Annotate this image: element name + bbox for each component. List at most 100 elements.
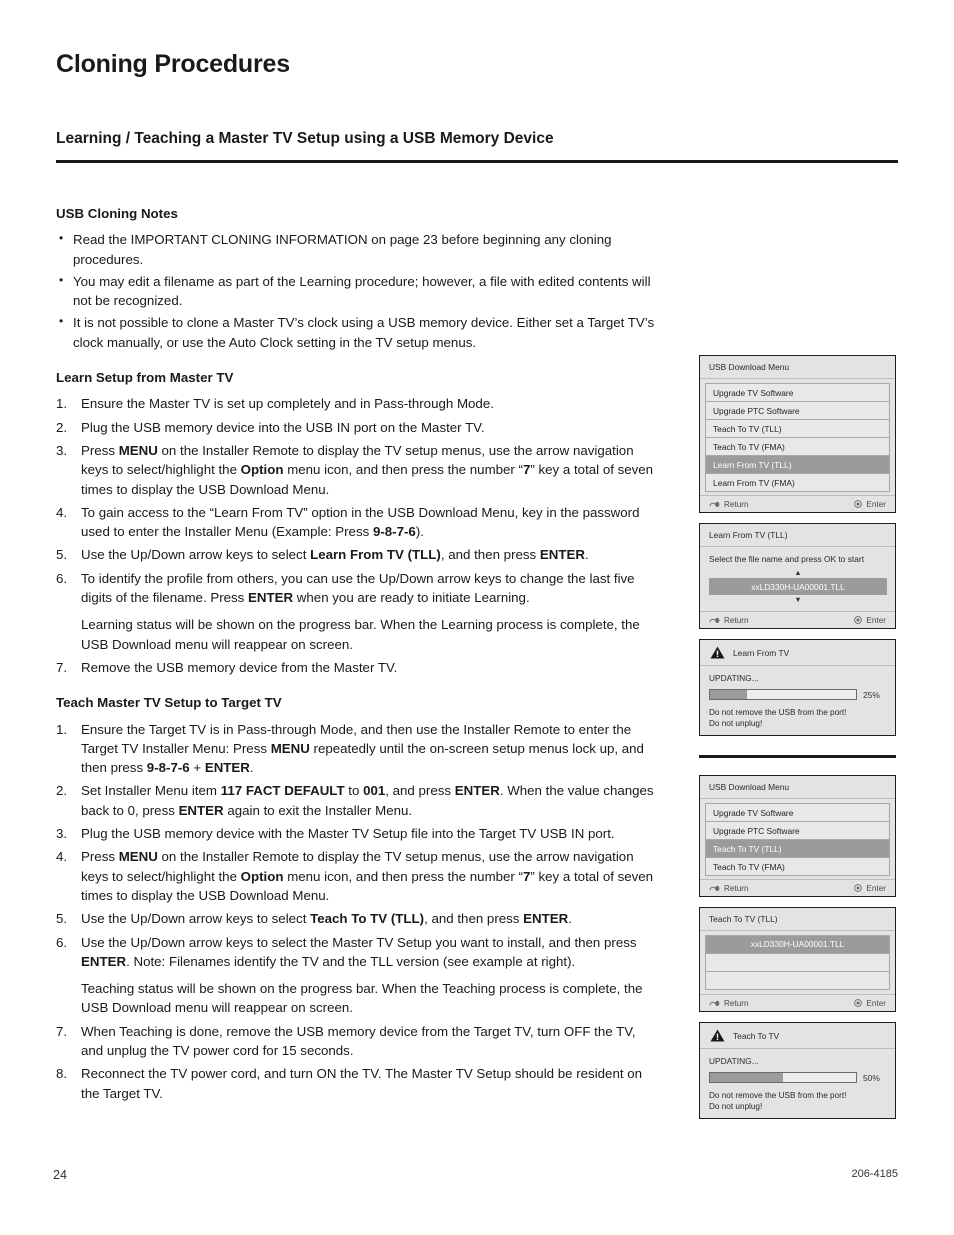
menu-item-upgrade-tv-software[interactable]: Upgrade TV Software xyxy=(705,803,890,821)
step-text: Ensure the Target TV is in Pass-through … xyxy=(81,721,644,776)
panel-title: Teach To TV (TLL) xyxy=(700,908,895,931)
step-text: Remove the USB memory device from the Ma… xyxy=(81,659,398,675)
progress-row: 50% xyxy=(709,1072,887,1083)
list-item: Plug the USB memory device with the Mast… xyxy=(56,824,656,844)
panel-title: Learn From TV (TLL) xyxy=(700,524,895,547)
list-item: When Teaching is done, remove the USB me… xyxy=(56,1022,656,1061)
panel-title-text: Learn From TV xyxy=(733,647,790,658)
warning-line-1: Do not remove the USB from the port! xyxy=(709,1091,847,1100)
usb-cloning-notes-heading: USB Cloning Notes xyxy=(56,206,178,221)
step-text: To gain access to the “Learn From TV” op… xyxy=(81,504,640,540)
file-row-empty[interactable] xyxy=(705,971,890,990)
enter-icon xyxy=(854,884,863,892)
return-button[interactable]: Return xyxy=(709,500,749,509)
learn-from-tv-progress-panel: Learn From TV UPDATING... 25% Do not rem… xyxy=(699,639,896,736)
section-divider-rule xyxy=(56,160,898,163)
warning-line-2: Do not unplug! xyxy=(709,719,763,728)
step-text: Use the Up/Down arrow keys to select the… xyxy=(81,934,637,969)
list-item: Set Installer Menu item 117 FACT DEFAULT… xyxy=(56,781,656,820)
list-item: Use the Up/Down arrow keys to select the… xyxy=(56,933,656,1018)
section-heading: Learning / Teaching a Master TV Setup us… xyxy=(56,130,554,147)
panel-title: USB Download Menu xyxy=(700,776,895,799)
warning-triangle-icon xyxy=(710,646,725,659)
menu-item-teach-to-tv-tll[interactable]: Teach To TV (TLL) xyxy=(705,419,890,437)
enter-button[interactable]: Enter xyxy=(854,999,886,1008)
list-item: Press MENU on the Installer Remote to di… xyxy=(56,847,656,905)
learn-from-tv-tll-panel: Learn From TV (TLL) Select the file name… xyxy=(699,523,896,629)
document-code: 206-4185 xyxy=(851,1168,899,1180)
return-button[interactable]: Return xyxy=(709,616,749,625)
menu-list: Upgrade TV Software Upgrade PTC Software… xyxy=(700,799,895,879)
list-item: Use the Up/Down arrow keys to select Tea… xyxy=(56,909,656,929)
usb-download-menu-panel-learn: USB Download Menu Upgrade TV Software Up… xyxy=(699,355,896,513)
step-text: Plug the USB memory device into the USB … xyxy=(81,419,485,435)
panel-title: Teach To TV xyxy=(700,1023,895,1049)
update-status-text: UPDATING... xyxy=(709,673,759,683)
learn-setup-steps: Ensure the Master TV is set up completel… xyxy=(56,394,656,677)
step-text: When Teaching is done, remove the USB me… xyxy=(81,1023,636,1058)
return-label: Return xyxy=(724,998,749,1008)
selected-filename-row[interactable]: xxLD330H-UA00001.TLL xyxy=(709,578,887,595)
panel-footer: Return Enter xyxy=(700,879,895,896)
menu-item-teach-to-tv-tll[interactable]: Teach To TV (TLL) xyxy=(705,839,890,857)
panel-group-divider xyxy=(699,755,896,758)
menu-item-upgrade-ptc-software[interactable]: Upgrade PTC Software xyxy=(705,821,890,839)
return-button[interactable]: Return xyxy=(709,999,749,1008)
warning-triangle-icon xyxy=(710,1029,725,1042)
panel-title: USB Download Menu xyxy=(700,356,895,379)
return-label: Return xyxy=(724,499,749,509)
list-item: Remove the USB memory device from the Ma… xyxy=(56,658,656,678)
step-text: To identify the profile from others, you… xyxy=(81,570,635,606)
list-item: Plug the USB memory device into the USB … xyxy=(56,418,656,438)
list-item: Read the IMPORTANT CLONING INFORMATION o… xyxy=(56,229,656,269)
document-page: Cloning Procedures Learning / Teaching a… xyxy=(0,0,954,1235)
scroll-down-arrow-icon[interactable]: ▼ xyxy=(709,596,887,604)
step-text: Press MENU on the Installer Remote to di… xyxy=(81,849,654,903)
warning-text: Do not remove the USB from the port! Do … xyxy=(709,707,887,729)
usb-cloning-notes-list: Read the IMPORTANT CLONING INFORMATION o… xyxy=(56,229,656,352)
panel-footer: Return Enter xyxy=(700,611,895,628)
update-status-text: UPDATING... xyxy=(709,1056,759,1066)
enter-icon xyxy=(854,500,863,508)
body-text-column: USB Cloning Notes Read the IMPORTANT CLO… xyxy=(56,204,656,1107)
enter-icon xyxy=(854,999,863,1007)
return-button[interactable]: Return xyxy=(709,884,749,893)
menu-item-learn-from-tv-tll[interactable]: Learn From TV (TLL) xyxy=(705,455,890,473)
step-text: Reconnect the TV power cord, and turn ON… xyxy=(81,1066,643,1101)
file-row-empty[interactable] xyxy=(705,953,890,971)
list-item: Ensure the Master TV is set up completel… xyxy=(56,394,656,414)
list-item: Ensure the Target TV is in Pass-through … xyxy=(56,720,656,778)
enter-button[interactable]: Enter xyxy=(854,500,886,509)
panel-title-text: Teach To TV xyxy=(733,1030,780,1041)
progress-bar xyxy=(709,689,857,700)
progress-row: 25% xyxy=(709,689,887,700)
step-continuation-text: Teaching status will be shown on the pro… xyxy=(81,981,643,1016)
warning-line-2: Do not unplug! xyxy=(709,1102,763,1111)
list-item: It is not possible to clone a Master TV’… xyxy=(56,312,656,352)
enter-button[interactable]: Enter xyxy=(854,884,886,893)
menu-item-learn-from-tv-fma[interactable]: Learn From TV (FMA) xyxy=(705,473,890,492)
panel-title-text: Teach To TV (TLL) xyxy=(709,914,778,924)
progress-percent-label: 50% xyxy=(863,1072,880,1083)
enter-icon xyxy=(854,616,863,624)
menu-item-teach-to-tv-fma[interactable]: Teach To TV (FMA) xyxy=(705,437,890,455)
tv-ui-panel-column: USB Download Menu Upgrade TV Software Up… xyxy=(699,355,896,1129)
progress-bar-fill xyxy=(710,690,747,699)
menu-item-teach-to-tv-fma[interactable]: Teach To TV (FMA) xyxy=(705,857,890,876)
return-icon xyxy=(709,616,720,624)
enter-button[interactable]: Enter xyxy=(854,616,886,625)
scroll-up-arrow-icon[interactable]: ▲ xyxy=(709,569,887,577)
file-select-prompt: Select the file name and press OK to sta… xyxy=(709,554,865,564)
menu-item-upgrade-tv-software[interactable]: Upgrade TV Software xyxy=(705,383,890,401)
step-text: Ensure the Master TV is set up completel… xyxy=(81,396,494,412)
return-label: Return xyxy=(724,615,749,625)
progress-percent-label: 25% xyxy=(863,689,880,700)
step-text: Press MENU on the Installer Remote to di… xyxy=(81,442,654,497)
teach-to-tv-progress-panel: Teach To TV UPDATING... 50% Do not remov… xyxy=(699,1022,896,1119)
page-title: Cloning Procedures xyxy=(56,50,290,78)
file-row-selected[interactable]: xxLD330H-UA00001.TLL xyxy=(705,935,890,953)
menu-item-upgrade-ptc-software[interactable]: Upgrade PTC Software xyxy=(705,401,890,419)
learn-setup-heading: Learn Setup from Master TV xyxy=(56,370,234,386)
enter-label: Enter xyxy=(866,883,886,893)
panel-title-text: USB Download Menu xyxy=(709,362,790,372)
